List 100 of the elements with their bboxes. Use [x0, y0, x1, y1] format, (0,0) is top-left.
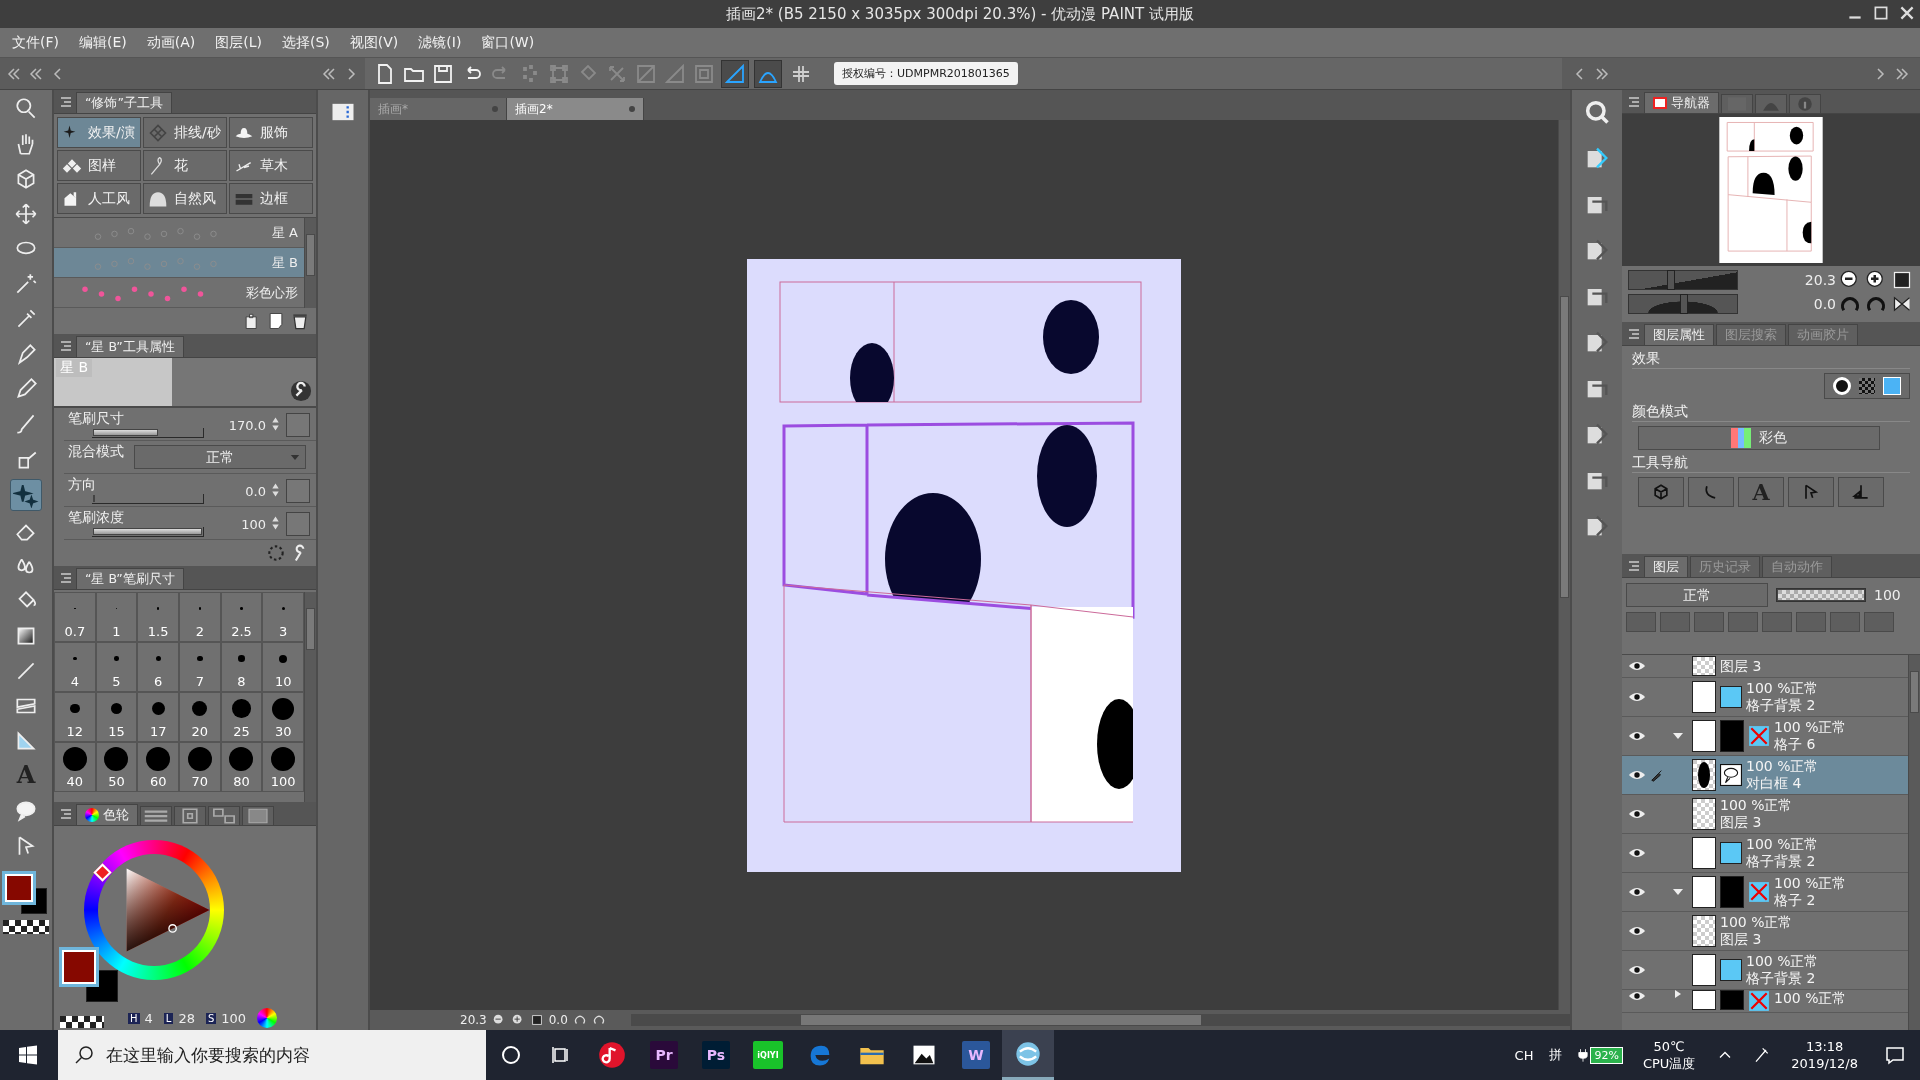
clock[interactable]: 13:18 2019/12/8 — [1791, 1038, 1858, 1072]
brush-size-option[interactable]: 50 — [95, 742, 138, 792]
property-value[interactable]: 100 — [241, 517, 266, 532]
brush-size-option[interactable]: 25 — [220, 692, 263, 742]
circle-icon[interactable] — [499, 1043, 523, 1067]
brush-size-option[interactable]: 8 — [220, 642, 263, 692]
eye-icon[interactable] — [1628, 730, 1646, 742]
property-value[interactable]: 0.0 — [245, 484, 266, 499]
brush-size-option[interactable]: 1.5 — [137, 592, 179, 642]
squares-icon[interactable] — [208, 806, 240, 825]
color-mode-dropdown[interactable]: 彩色 — [1638, 426, 1880, 450]
subtool-group-button[interactable]: 边框 — [229, 183, 313, 214]
slider-thumb[interactable] — [1667, 270, 1676, 290]
close-icon[interactable] — [1898, 4, 1916, 22]
zoom-value[interactable]: 20.3 — [1742, 272, 1836, 288]
page-thumbnail-drawing[interactable] — [1719, 117, 1823, 263]
dashed-circle-icon[interactable] — [266, 543, 286, 563]
brush-size-option[interactable]: 5 — [95, 642, 138, 692]
layer-row[interactable]: 100 %正常 格子背景 2 — [1622, 834, 1908, 873]
tool-shortcut-button[interactable] — [1788, 477, 1834, 507]
scrollbar[interactable] — [1908, 655, 1920, 1030]
tool-shortcut-button[interactable] — [1638, 477, 1684, 507]
subtool-group-button[interactable]: 服饰 — [229, 117, 313, 148]
scrollbar[interactable] — [630, 1014, 1570, 1026]
ruler-snap-icon[interactable] — [721, 59, 749, 88]
expand-triangle-icon[interactable] — [1672, 732, 1684, 740]
slider-track[interactable] — [92, 494, 204, 504]
expand-triangle-icon[interactable] — [1672, 888, 1684, 896]
blend-mode-dropdown[interactable]: 正常 — [1626, 583, 1768, 607]
color-wheel-icon[interactable] — [257, 1008, 278, 1028]
rotate-right-icon[interactable] — [1866, 294, 1886, 314]
eye-icon[interactable] — [1628, 769, 1646, 781]
layer-row[interactable]: 100 %正常 格子背景 2 — [1622, 951, 1908, 990]
angle-value[interactable]: 0.0 — [1742, 296, 1836, 312]
brush-size-option[interactable]: 30 — [262, 692, 304, 742]
fit-icon[interactable] — [529, 1013, 544, 1027]
menu-item[interactable]: 选择(S) — [282, 33, 330, 52]
layer-row[interactable]: 100 %正常 格子背景 2 — [1622, 678, 1908, 717]
cpu-temperature[interactable]: 50℃ CPU温度 — [1642, 1038, 1696, 1072]
subtool-group-button[interactable]: 图样 — [57, 150, 141, 181]
pressure-button[interactable] — [286, 479, 310, 503]
subtool-tab[interactable]: “修饰”子工具 — [76, 92, 172, 113]
effect-buttons[interactable] — [1824, 373, 1910, 399]
taskbar-app[interactable]: W — [950, 1030, 1002, 1080]
taskbar-app[interactable]: Pr — [638, 1030, 690, 1080]
brush-size-option[interactable]: 12 — [54, 692, 96, 742]
blend-mode-dropdown[interactable]: 正常 — [134, 445, 306, 469]
angle-value[interactable]: 0.0 — [548, 1013, 568, 1027]
layer-row[interactable]: 100 %正常 格子 2 — [1622, 873, 1908, 912]
grid-icon[interactable] — [174, 806, 206, 825]
layer-row[interactable]: 图层 3 — [1622, 655, 1908, 678]
brush-size-option[interactable]: 80 — [220, 742, 263, 792]
input-mode[interactable]: 拼 — [1549, 1046, 1563, 1064]
flip-icon[interactable] — [1892, 294, 1912, 314]
pressure-button[interactable] — [286, 413, 310, 437]
text-tool-button[interactable]: A — [1738, 477, 1784, 507]
pressure-button[interactable] — [286, 512, 310, 536]
comic-page-drawing[interactable] — [747, 258, 1181, 872]
double-chevron-icon[interactable] — [6, 65, 22, 82]
spinner-icon[interactable] — [271, 416, 280, 432]
eye-icon[interactable] — [1628, 964, 1646, 976]
menu-item[interactable]: 图层(L) — [215, 33, 262, 52]
subtool-group-button[interactable]: 自然风 — [143, 183, 227, 214]
layer-row[interactable]: 100 %正常 图层 3 — [1622, 795, 1908, 834]
brush-size-option[interactable]: 40 — [54, 742, 96, 792]
eye-icon[interactable] — [1628, 660, 1646, 672]
rotate-left-icon[interactable] — [1840, 294, 1860, 314]
property-value[interactable]: 170.0 — [228, 418, 266, 433]
search-field[interactable]: 在这里输入你要搜索的内容 — [58, 1030, 486, 1080]
brush-size-option[interactable]: 7 — [179, 642, 221, 692]
text-tool-button[interactable]: A — [11, 761, 41, 791]
zoom-value[interactable]: 20.3 — [460, 1013, 487, 1027]
scrollbar[interactable] — [1558, 120, 1570, 1010]
menu-item[interactable]: 动画(A) — [146, 33, 196, 52]
zoom-out-icon[interactable] — [1840, 270, 1860, 290]
layer-property-tab[interactable]: 图层属性 — [1644, 324, 1714, 345]
double-chevron-icon[interactable] — [1594, 65, 1610, 82]
brush-size-option[interactable]: 15 — [95, 692, 138, 742]
taskbar-app[interactable]: Ps — [690, 1030, 742, 1080]
brush-size-option[interactable]: 70 — [179, 742, 221, 792]
brush-size-tab[interactable]: “星 B”笔刷尺寸 — [76, 568, 184, 589]
subtool-group-button[interactable]: 花 — [143, 150, 227, 181]
brush-size-option[interactable]: 2.5 — [220, 592, 263, 642]
brush-size-option[interactable]: 4 — [54, 642, 96, 692]
menu-item[interactable]: 编辑(E) — [79, 33, 127, 52]
brush-size-option[interactable]: 100 — [262, 742, 304, 792]
zoom-slider[interactable] — [1628, 270, 1738, 290]
taskbar-app[interactable] — [1002, 1030, 1054, 1080]
navigator-tab[interactable]: 导航器 — [1644, 92, 1719, 113]
brush-size-option[interactable]: 1 — [95, 592, 138, 642]
menu-item[interactable]: 视图(V) — [349, 33, 399, 52]
windows-logo-icon[interactable] — [18, 1045, 38, 1065]
tool-property-tab[interactable]: “星 B”工具属性 — [76, 336, 184, 357]
eye-icon[interactable] — [1628, 691, 1646, 703]
brush-list-item[interactable]: 星 B — [54, 248, 304, 278]
slider-thumb[interactable] — [1680, 294, 1688, 314]
eye-icon[interactable] — [1628, 847, 1646, 859]
brush-size-option[interactable]: 6 — [137, 642, 179, 692]
double-chevron-icon[interactable] — [28, 65, 44, 82]
spinner-icon[interactable] — [271, 482, 280, 498]
